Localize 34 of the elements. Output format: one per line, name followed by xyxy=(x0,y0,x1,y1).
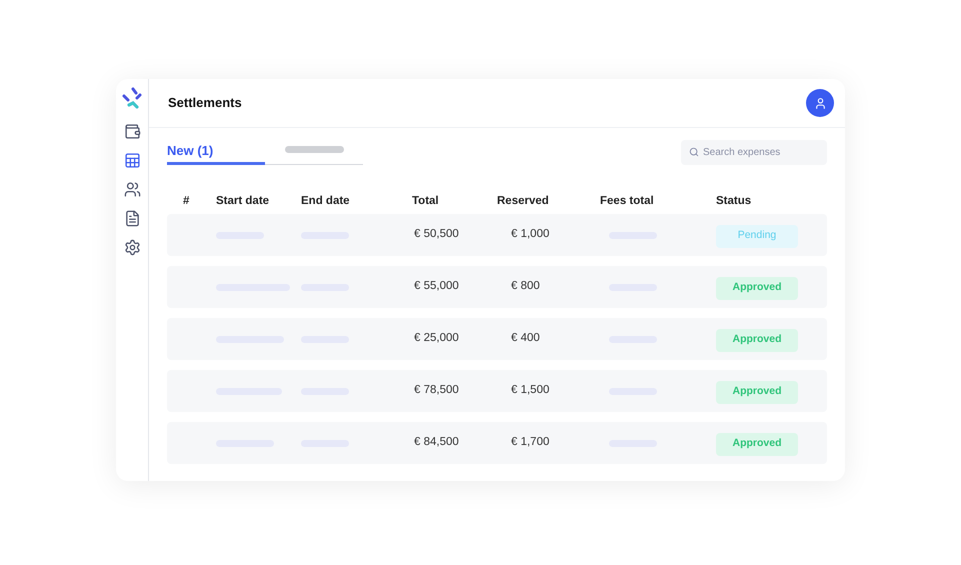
profile-avatar[interactable] xyxy=(806,89,834,117)
page-title: Settlements xyxy=(168,94,242,112)
logo-icon xyxy=(121,87,143,109)
table-cell-text: € 25,000 xyxy=(413,331,460,346)
table-icon[interactable] xyxy=(123,151,141,169)
status-badge: Pending xyxy=(716,224,798,248)
wallet-icon[interactable] xyxy=(123,122,141,140)
column-header: # xyxy=(182,194,190,209)
tab[interactable]: New (1) xyxy=(167,141,265,165)
table-cell-text: € 78,500 xyxy=(413,383,460,398)
column-header: End date xyxy=(301,194,351,209)
column-header: Fees total xyxy=(600,194,655,209)
column-header: Start date xyxy=(216,194,270,209)
table-cell-text: € 50,500 xyxy=(413,227,460,242)
document-icon[interactable] xyxy=(123,209,141,227)
column-header: Status xyxy=(716,194,752,209)
table-cell-text: € 800 xyxy=(510,279,541,294)
table-cell-text: € 84,500 xyxy=(413,435,460,450)
table-cell-text: € 1,000 xyxy=(510,227,550,242)
settings-icon[interactable] xyxy=(123,238,141,256)
users-icon[interactable] xyxy=(123,180,141,198)
table-cell-text: € 1,700 xyxy=(510,435,550,450)
table-cell-text: € 55,000 xyxy=(413,279,460,294)
status-badge: Approved xyxy=(716,432,798,456)
search-icon xyxy=(689,146,699,156)
column-header: Reserved xyxy=(497,194,550,209)
status-badge: Approved xyxy=(716,276,798,300)
status-badge: Approved xyxy=(716,380,798,404)
placeholder-bar xyxy=(284,146,344,153)
search-field[interactable]: Search expenses xyxy=(681,140,827,165)
status-badge: Approved xyxy=(716,328,798,352)
table-cell-text: € 400 xyxy=(510,331,541,346)
column-header: Total xyxy=(412,194,440,209)
table-cell-text: € 1,500 xyxy=(510,383,550,398)
